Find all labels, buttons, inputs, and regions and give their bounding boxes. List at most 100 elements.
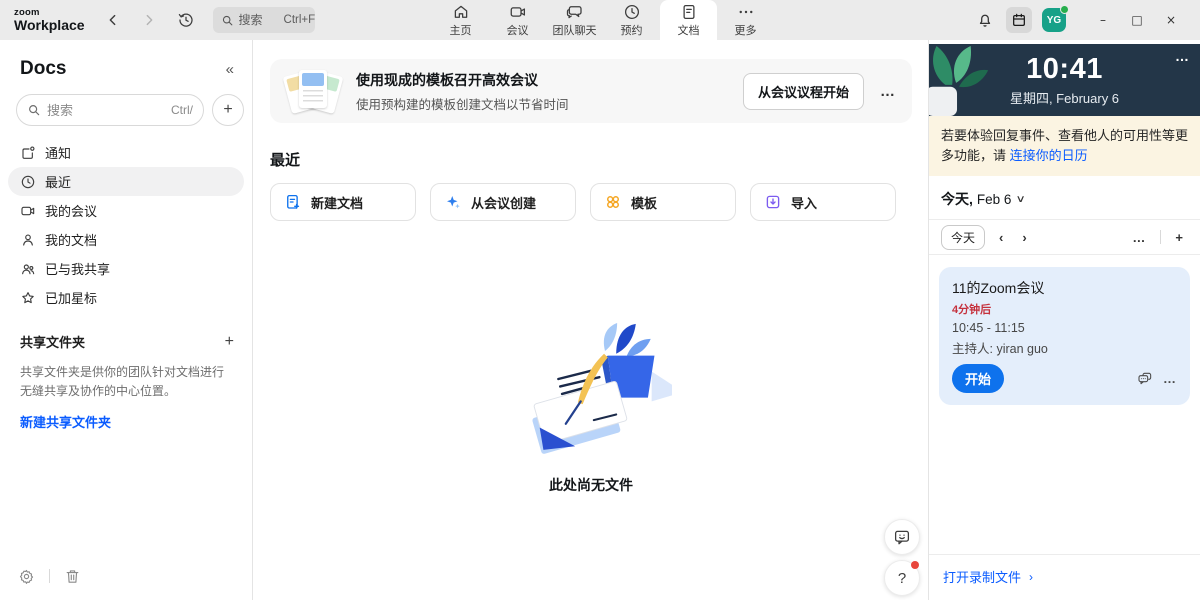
banner-subtitle: 使用预构建的模板创建文档以节省时间 (356, 94, 743, 113)
plant-illustration (929, 44, 991, 116)
import-button[interactable]: 导入 (750, 183, 896, 221)
calendar-toolbar: 今天 ‹ › … + (929, 220, 1200, 254)
start-meeting-button[interactable]: 开始 (952, 364, 1004, 393)
templates-icon (604, 193, 622, 211)
template-promo-banner: 使用现成的模板召开高效会议 使用预构建的模板创建文档以节省时间 从会议议程开始 … (270, 59, 912, 123)
trash-button[interactable] (62, 566, 83, 587)
chevron-right-icon: › (1029, 570, 1033, 584)
docs-search-input[interactable] (47, 103, 165, 118)
banner-more-button[interactable]: … (880, 83, 896, 100)
next-day-button[interactable]: › (1018, 228, 1031, 247)
main-nav-tabs: 主页 会议 团队聊天 预约 文档 更多 (432, 0, 774, 40)
new-shared-folder-link[interactable]: 新建共享文件夹 (20, 412, 111, 431)
divider (929, 254, 1200, 255)
calendar-panel-toggle[interactable] (1006, 7, 1032, 33)
tab-more[interactable]: 更多 (717, 0, 774, 40)
clock-card: … 10:41 星期四, February 6 (929, 44, 1200, 116)
docs-search[interactable]: Ctrl/ (16, 94, 204, 126)
help-button[interactable]: ? (884, 560, 920, 596)
user-avatar[interactable]: YG (1042, 8, 1066, 32)
notifications-button[interactable] (974, 9, 996, 31)
meeting-time-range: 10:45 - 11:15 (952, 321, 1177, 335)
window-close-button[interactable]: × (1154, 0, 1188, 40)
help-notification-dot (911, 561, 919, 569)
sidebar-item-shared-with-me[interactable]: 已与我共享 (8, 254, 244, 283)
global-search-input[interactable] (239, 13, 279, 27)
add-shared-folder-button[interactable]: + (225, 333, 234, 351)
settings-button[interactable] (16, 566, 37, 587)
forward-button[interactable] (139, 10, 159, 30)
sidebar-item-my-docs[interactable]: 我的文档 (8, 225, 244, 254)
connect-calendar-link[interactable]: 连接你的日历 (1010, 148, 1088, 163)
clock-card-more-button[interactable]: … (1175, 48, 1190, 64)
question-icon: ? (898, 570, 906, 587)
meeting-chat-button[interactable] (1137, 371, 1153, 387)
search-icon (221, 14, 234, 27)
tab-meetings[interactable]: 会议 (489, 0, 546, 40)
today-button[interactable]: 今天 (941, 225, 985, 250)
open-recordings-link[interactable]: 打开录制文件 › (929, 555, 1200, 600)
feedback-smiley-icon (893, 528, 911, 546)
calendar-icon (1011, 12, 1027, 28)
chevron-down-icon: ∨ (1016, 194, 1026, 205)
chat-bubbles-icon (566, 3, 584, 21)
back-button[interactable] (103, 10, 123, 30)
date-selector[interactable]: 今天, Feb 6 ∨ (929, 176, 1200, 219)
quick-actions: 新建文档 从会议创建 模板 导入 (270, 183, 912, 221)
new-document-button[interactable]: 新建文档 (270, 183, 416, 221)
new-document-icon (284, 193, 302, 211)
connect-calendar-notice: 若要体验回复事件、查看他人的可用性等更多功能，请 连接你的日历 (929, 116, 1200, 176)
templates-button[interactable]: 模板 (590, 183, 736, 221)
feedback-button[interactable] (884, 519, 920, 555)
meeting-title: 11的Zoom会议 (952, 278, 1177, 298)
add-event-button[interactable]: + (1171, 228, 1188, 247)
recent-section-title: 最近 (270, 149, 928, 170)
gear-icon (18, 568, 35, 585)
create-from-meeting-button[interactable]: 从会议创建 (430, 183, 576, 221)
sidebar-item-recent[interactable]: 最近 (8, 167, 244, 196)
presence-indicator (1060, 5, 1069, 14)
tab-bookings[interactable]: 预约 (603, 0, 660, 40)
sidebar-title: Docs (20, 58, 66, 80)
search-icon (27, 103, 41, 117)
new-doc-plus-button[interactable]: + (212, 94, 244, 126)
divider (1160, 230, 1161, 244)
chevron-right-icon (141, 12, 157, 28)
shared-folders-title: 共享文件夹 (20, 332, 85, 351)
global-search[interactable]: Ctrl+F (213, 7, 315, 33)
home-icon (452, 3, 470, 21)
bell-icon (976, 11, 994, 29)
meeting-host: 主持人: yiran guo (952, 338, 1177, 357)
people-icon (20, 261, 36, 277)
clock-icon (20, 174, 36, 190)
tab-home[interactable]: 主页 (432, 0, 489, 40)
meeting-more-button[interactable]: … (1163, 371, 1177, 386)
history-button[interactable] (175, 9, 197, 31)
empty-state-illustration (510, 323, 672, 463)
video-camera-icon (509, 3, 527, 21)
sidebar-item-my-meetings[interactable]: 我的会议 (8, 196, 244, 225)
prev-day-button[interactable]: ‹ (995, 228, 1008, 247)
clock-icon (623, 3, 641, 21)
import-icon (764, 193, 782, 211)
calendar-panel: … 10:41 星期四, February 6 若要体验回复事件、查看他人的可用… (928, 40, 1200, 600)
calendar-more-button[interactable]: … (1128, 228, 1150, 247)
zoom-workplace-logo: zoom Workplace (14, 8, 85, 33)
tab-team-chat[interactable]: 团队聊天 (546, 0, 603, 40)
person-icon (20, 232, 36, 248)
window-maximize-button[interactable]: □ (1120, 0, 1154, 40)
sidebar-item-notifications[interactable]: 通知 (8, 138, 244, 167)
star-icon (20, 290, 36, 306)
window-minimize-button[interactable]: – (1086, 0, 1120, 40)
start-from-agenda-button[interactable]: 从会议议程开始 (743, 73, 864, 110)
trash-icon (64, 568, 81, 585)
empty-state-text: 此处尚无文件 (549, 475, 633, 495)
collapse-sidebar-button[interactable]: « (226, 61, 234, 78)
docs-search-shortcut: Ctrl/ (171, 103, 193, 117)
docs-sidebar: Docs « Ctrl/ + 通知 最近 我的会议 我的文档 已与我共享 (0, 40, 253, 600)
divider (49, 569, 50, 583)
tab-docs[interactable]: 文档 (660, 0, 717, 40)
meeting-card[interactable]: 11的Zoom会议 4分钟后 10:45 - 11:15 主持人: yiran … (939, 267, 1190, 405)
sidebar-item-starred[interactable]: 已加星标 (8, 283, 244, 312)
search-shortcut-hint: Ctrl+F (284, 14, 316, 26)
